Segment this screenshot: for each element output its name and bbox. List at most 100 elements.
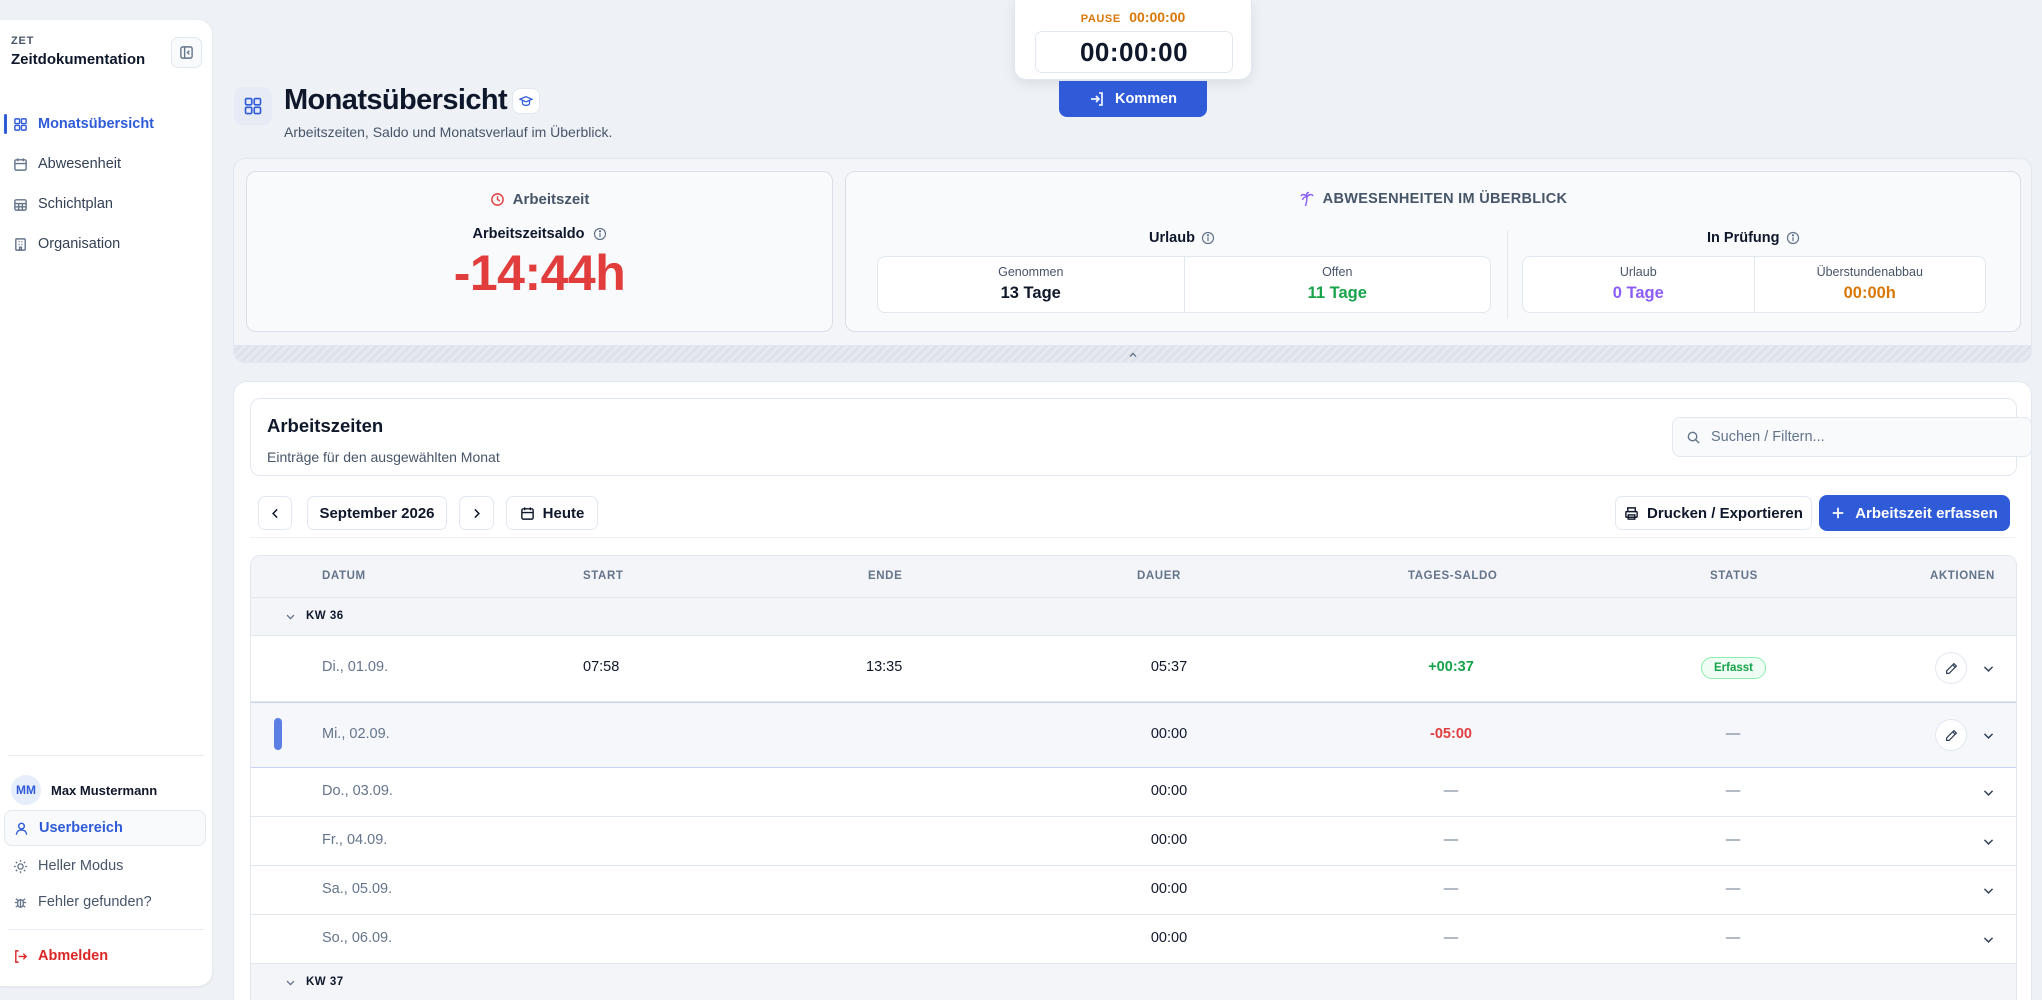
user-name: Max Mustermann <box>51 782 158 798</box>
cell-datum: Di., 01.09. <box>322 659 389 675</box>
next-month-button[interactable] <box>459 496 494 530</box>
sun-icon <box>13 859 28 873</box>
add-arbeitszeit-button[interactable]: Arbeitszeit erfassen <box>1819 495 2010 531</box>
light-mode-label: Heller Modus <box>38 858 124 874</box>
logout-button[interactable]: Abmelden <box>4 938 206 974</box>
arbeitszeiten-header: Arbeitszeiten Einträge für den ausgewähl… <box>250 398 2032 476</box>
page-title: Monatsübersicht <box>284 84 508 116</box>
calendar-grid-icon <box>14 198 27 211</box>
chevron-down-icon <box>1983 936 1993 943</box>
avatar: MM <box>11 775 41 805</box>
table-header: DATUM START ENDE DAUER TAGES-SALDO STATU… <box>251 556 2016 598</box>
printer-icon <box>1625 506 1638 520</box>
logout-label: Abmelden <box>38 948 109 964</box>
expand-row-button[interactable] <box>1980 833 1996 849</box>
stat-value: 13 Tage <box>1000 284 1061 302</box>
pencil-icon <box>1945 729 1957 741</box>
clock-icon <box>490 193 504 206</box>
today-button[interactable]: Heute <box>506 496 598 530</box>
pause-label: PAUSE <box>1080 13 1121 25</box>
col-start: START <box>583 570 624 582</box>
expand-row-button[interactable] <box>1980 660 1996 676</box>
cell-dauer: 00:00 <box>1150 930 1188 946</box>
sidebar-item-label: Abwesenheit <box>38 156 122 172</box>
expand-row-button[interactable] <box>1980 727 1996 743</box>
urlaub-offen: Offen 11 Tage <box>1183 257 1491 312</box>
userbereich-button[interactable]: Userbereich <box>4 810 206 846</box>
week-group-header[interactable]: KW 37 <box>251 964 2016 1000</box>
info-icon[interactable] <box>1786 231 1800 245</box>
bug-icon <box>14 897 27 908</box>
table-row[interactable]: Do., 03.09. 00:00 — — <box>251 768 2016 817</box>
chevron-down-icon <box>1983 732 1993 739</box>
cell-status: — <box>1725 930 1741 946</box>
sidebar-divider <box>8 755 204 756</box>
cell-dauer: 00:00 <box>1150 726 1188 742</box>
expand-row-button[interactable] <box>1980 784 1996 800</box>
pruefung-group-title: In Prüfung <box>1707 230 1800 246</box>
col-aktionen: AKTIONEN <box>1930 570 1995 582</box>
edit-button[interactable] <box>1935 719 1967 751</box>
expand-row-button[interactable] <box>1980 882 1996 898</box>
cell-dauer: 00:00 <box>1150 832 1188 848</box>
tutorial-button[interactable] <box>512 88 540 114</box>
sidebar-item-schichtplan[interactable]: Schichtplan <box>4 188 204 220</box>
kommen-button[interactable]: Kommen <box>1059 81 1207 117</box>
page-icon <box>234 87 272 125</box>
expand-row-button[interactable] <box>1980 931 1996 947</box>
brand-short: ZET <box>11 35 35 47</box>
group-divider <box>1507 230 1508 318</box>
kommen-label: Kommen <box>1114 91 1178 107</box>
info-icon[interactable] <box>1201 231 1215 245</box>
abwesenheiten-card-title: ABWESENHEITEN IM ÜBERBLICK <box>1322 191 1568 207</box>
sidebar-item-abwesenheit[interactable]: Abwesenheit <box>4 148 204 180</box>
page-subtitle: Arbeitszeiten, Saldo und Monatsverlauf i… <box>284 124 613 140</box>
stat-label: Genommen <box>998 265 1064 279</box>
sidebar-item-organisation[interactable]: Organisation <box>4 228 204 260</box>
print-export-button[interactable]: Drucken / Exportieren <box>1615 496 1812 530</box>
arbeitszeit-card-header: Arbeitszeit <box>247 191 832 208</box>
chevron-down-icon <box>286 980 295 985</box>
print-export-label: Drucken / Exportieren <box>1647 504 1803 522</box>
chevron-down-icon <box>1983 838 1993 845</box>
cell-datum: Fr., 04.09. <box>322 832 388 848</box>
cell-status: — <box>1725 783 1741 799</box>
calendar-icon <box>14 157 27 171</box>
search-field[interactable] <box>1672 417 2032 457</box>
pruefung-ueberstundenabbau: Überstundenabbau 00:00h <box>1753 257 1986 312</box>
cell-tages-saldo: -05:00 <box>1430 726 1472 742</box>
light-mode-toggle[interactable]: Heller Modus <box>4 848 206 884</box>
sidebar: ZET Zeitdokumentation Monatsübersicht Ab… <box>0 20 212 986</box>
week-group-header[interactable]: KW 36 <box>251 598 2016 636</box>
abwesenheiten-card-header: ABWESENHEITEN IM ÜBERBLICK <box>846 191 2020 207</box>
table-row[interactable]: Fr., 04.09. 00:00 — — <box>251 817 2016 866</box>
month-selector[interactable]: September 2026 <box>307 496 447 530</box>
table-row[interactable]: Di., 01.09. 07:58 13:35 05:37 +00:37 Erf… <box>251 636 2016 702</box>
table-row-selected[interactable]: Mi., 02.09. 00:00 -05:00 — <box>251 702 2016 768</box>
chevron-down-icon <box>286 614 295 619</box>
col-datum: DATUM <box>322 570 366 582</box>
login-arrow-icon <box>1090 92 1103 106</box>
report-bug-button[interactable]: Fehler gefunden? <box>4 884 206 920</box>
sidebar-divider <box>8 929 204 930</box>
search-input[interactable] <box>1711 429 2011 445</box>
collapse-summary-handle[interactable] <box>234 345 2031 362</box>
pruefung-title: In Prüfung <box>1707 230 1780 246</box>
today-label: Heute <box>542 504 585 522</box>
collapse-sidebar-button[interactable] <box>171 37 202 68</box>
urlaub-title: Urlaub <box>1149 230 1195 246</box>
edit-button[interactable] <box>1935 652 1967 684</box>
table-row[interactable]: Sa., 05.09. 00:00 — — <box>251 866 2016 915</box>
cell-status: — <box>1725 832 1741 848</box>
search-icon <box>1687 431 1700 444</box>
pruefung-urlaub: Urlaub 0 Tage <box>1523 257 1754 312</box>
sidebar-item-monatsuebersicht[interactable]: Monatsübersicht <box>4 108 204 140</box>
urlaub-group-title: Urlaub <box>1149 230 1215 246</box>
info-icon[interactable] <box>593 227 607 241</box>
stat-label: Überstundenabbau <box>1816 265 1923 279</box>
stat-label: Offen <box>1322 265 1353 279</box>
table-row[interactable]: So., 06.09. 00:00 — — <box>251 915 2016 964</box>
user-icon <box>15 822 28 835</box>
cell-tages-saldo: — <box>1443 881 1459 897</box>
prev-month-button[interactable] <box>258 496 292 530</box>
